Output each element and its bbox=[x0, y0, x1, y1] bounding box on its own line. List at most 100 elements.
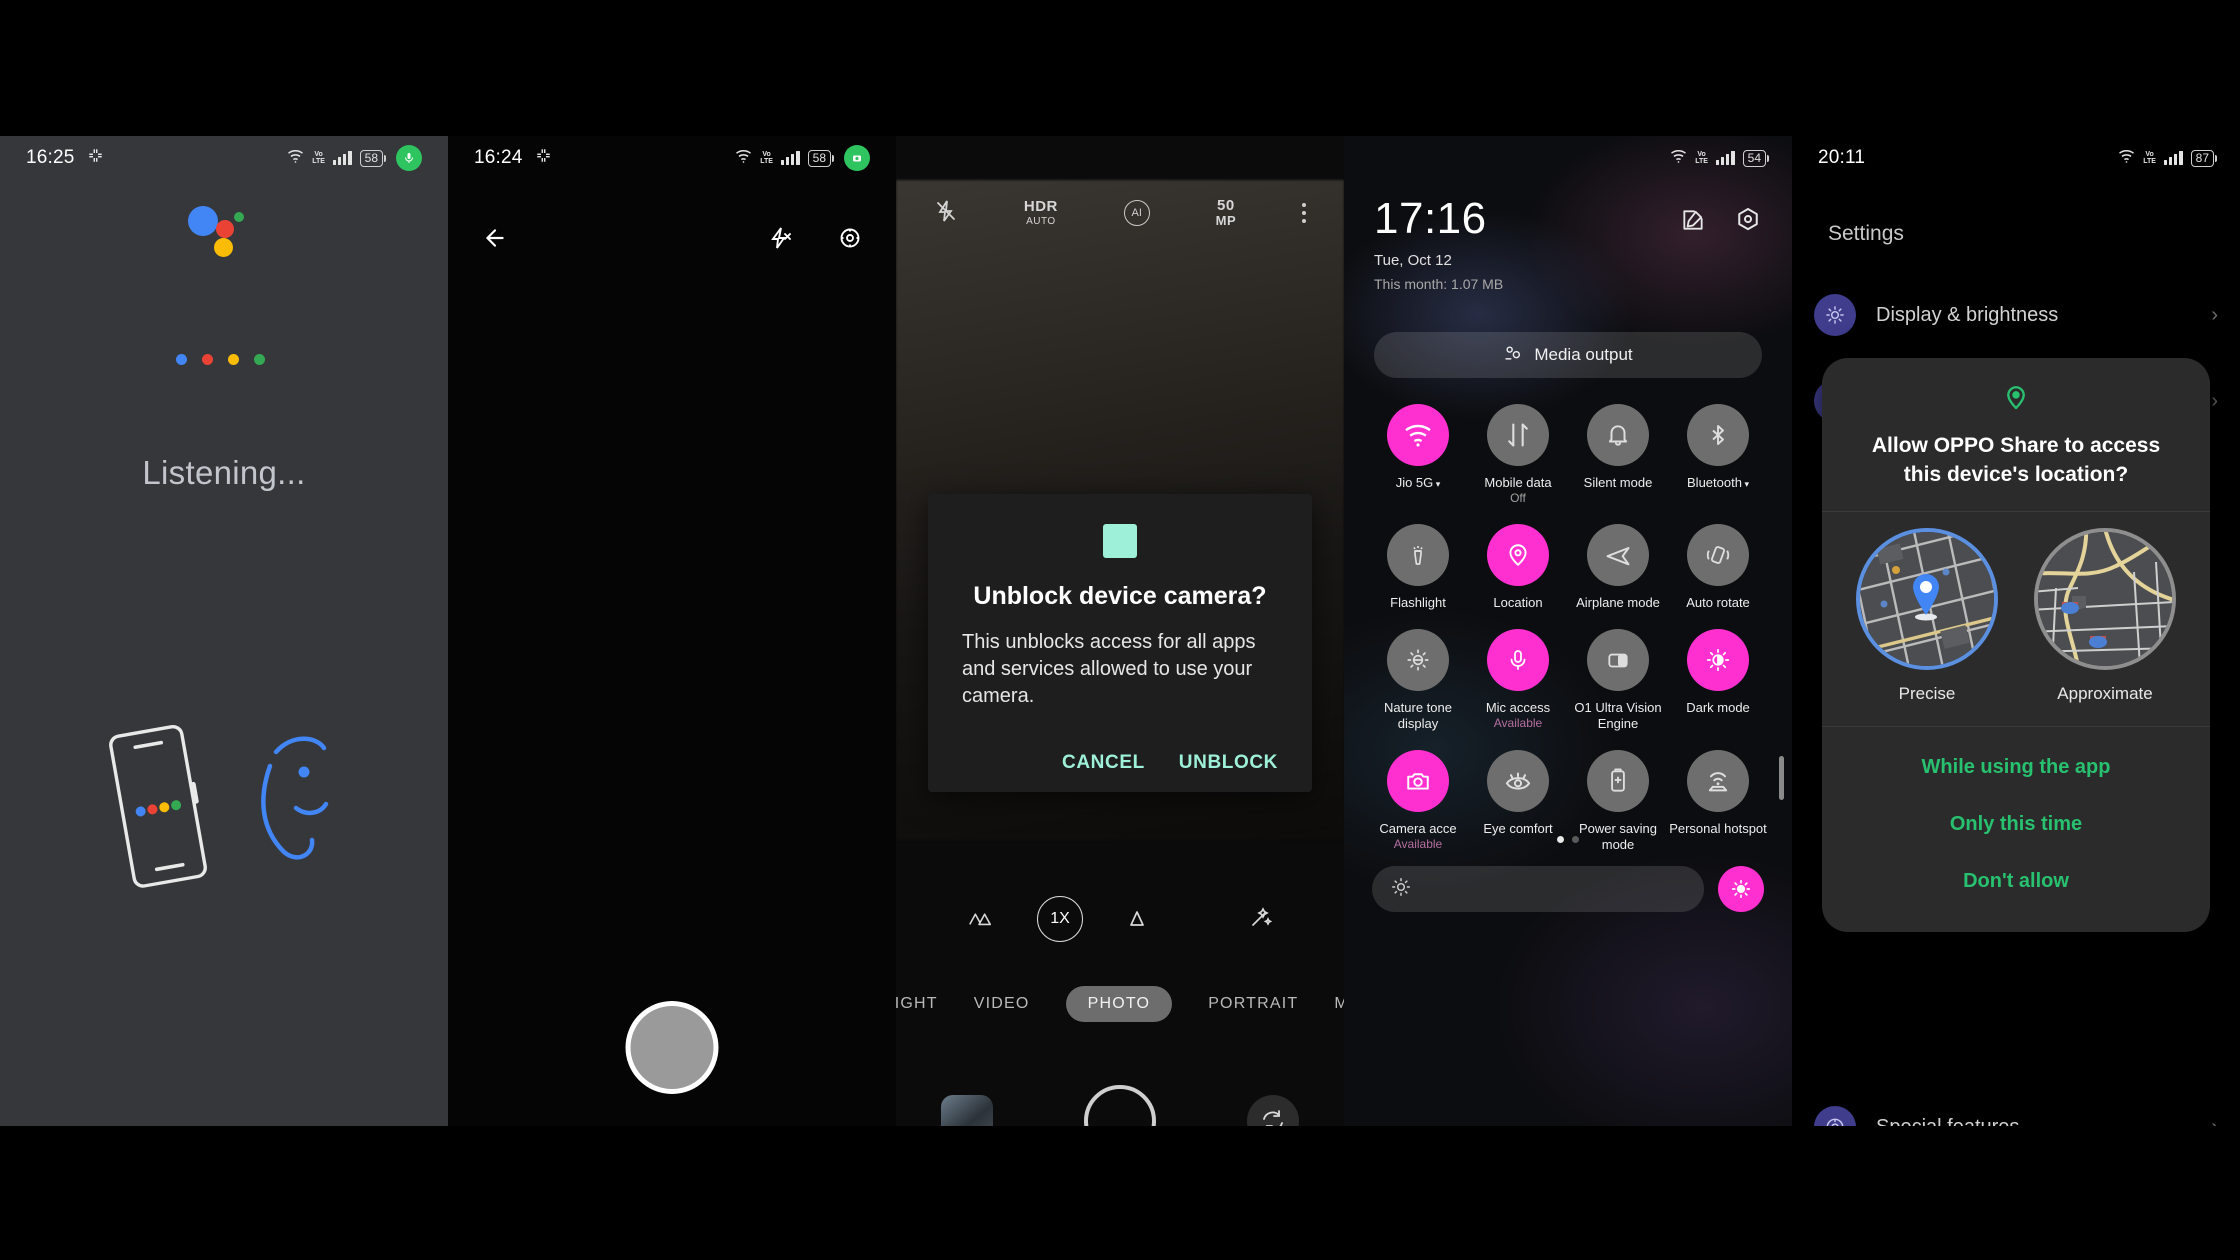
volte-icon: Vo LTE bbox=[312, 151, 325, 165]
status-bar-right: Vo LTE 58 bbox=[287, 145, 422, 171]
qs-tile-jio-5g[interactable]: Jio 5G ▾ bbox=[1368, 404, 1468, 506]
date-label: Tue, Oct 12 bbox=[1374, 252, 1452, 269]
bell-icon[interactable] bbox=[1587, 404, 1649, 466]
camera-icon[interactable] bbox=[1387, 750, 1449, 812]
megapixel-control[interactable]: 50 MP bbox=[1216, 198, 1237, 228]
more-options-icon[interactable] bbox=[1302, 203, 1306, 223]
mic-active-badge bbox=[396, 145, 422, 171]
unblock-camera-dialog: Unblock device camera? This unblocks acc… bbox=[928, 494, 1312, 792]
qs-tile-auto-rotate[interactable]: Auto rotate bbox=[1668, 524, 1768, 611]
only-this-time-button[interactable]: Only this time bbox=[1822, 796, 2210, 853]
status-bar: 16:24 Vo LTE 58 bbox=[448, 136, 896, 180]
chevron-right-icon: › bbox=[2211, 389, 2218, 412]
media-output-label: Media output bbox=[1534, 345, 1633, 364]
qs-tile-bluetooth[interactable]: Bluetooth ▾ bbox=[1668, 404, 1768, 506]
status-time: 16:25 bbox=[26, 147, 75, 168]
airplane-icon[interactable] bbox=[1587, 524, 1649, 586]
media-output-button[interactable]: Media output bbox=[1374, 332, 1762, 378]
brightness-auto-button[interactable] bbox=[1718, 866, 1764, 912]
wifi-icon bbox=[287, 149, 304, 168]
shutter-button[interactable] bbox=[1083, 1085, 1156, 1126]
screenshot-stage: 16:25 Vo LTE 58 Listening... 16:24 Vo LT… bbox=[0, 0, 2240, 1260]
dialog-title: Unblock device camera? bbox=[973, 582, 1267, 610]
while-using-the-app-button[interactable]: While using the app bbox=[1822, 739, 2210, 796]
flashlight-icon[interactable] bbox=[1387, 524, 1449, 586]
hdr-auto-control[interactable]: HDR AUTO bbox=[1024, 199, 1058, 227]
location-option-precise[interactable]: Precise bbox=[1856, 528, 1998, 704]
eye-icon[interactable] bbox=[1487, 750, 1549, 812]
volte-icon: Vo LTE bbox=[1695, 151, 1708, 165]
zoom-level-chip[interactable]: 1X bbox=[1037, 896, 1083, 942]
microphone-icon[interactable] bbox=[1487, 629, 1549, 691]
status-time: 16:24 bbox=[474, 147, 523, 168]
gallery-thumbnail[interactable] bbox=[941, 1095, 994, 1126]
magic-wand-icon[interactable] bbox=[1249, 905, 1273, 934]
face-illustration-icon bbox=[261, 736, 329, 860]
camera-mode-selector: NIGHT VIDEO PHOTO PORTRAIT MO bbox=[896, 981, 1344, 1027]
settings-gear-icon[interactable] bbox=[1734, 206, 1762, 239]
app-glyph-icon bbox=[536, 148, 551, 168]
zoom-controls: 1X bbox=[896, 896, 1344, 942]
camera-mode-video[interactable]: VIDEO bbox=[974, 995, 1030, 1013]
page-indicator bbox=[1344, 836, 1792, 843]
bluetooth-icon[interactable] bbox=[1687, 404, 1749, 466]
qs-tile-label: O1 Ultra Vision Engine bbox=[1574, 700, 1662, 731]
camera-simple-toolbar bbox=[448, 210, 896, 270]
camera-settings-icon[interactable] bbox=[838, 226, 862, 255]
settings-row-special-features[interactable]: Special features › bbox=[1792, 1084, 2240, 1126]
contrast-icon[interactable] bbox=[1687, 629, 1749, 691]
qs-tile-label: Auto rotate bbox=[1686, 595, 1750, 610]
shutter-button[interactable] bbox=[625, 1001, 719, 1094]
quick-settings-scrollbar[interactable] bbox=[1779, 756, 1784, 800]
edit-icon[interactable] bbox=[1680, 207, 1706, 238]
wide-angle-icon[interactable] bbox=[967, 906, 993, 933]
location-option-approximate[interactable]: Approximate bbox=[2034, 528, 2176, 704]
wifi-icon bbox=[1670, 149, 1687, 168]
camera-mode-photo[interactable]: PHOTO bbox=[1065, 986, 1173, 1022]
flip-camera-button[interactable] bbox=[1246, 1095, 1299, 1126]
camera-mode-night[interactable]: NIGHT bbox=[896, 995, 938, 1013]
vision-engine-icon[interactable] bbox=[1587, 629, 1649, 691]
location-pin-icon[interactable] bbox=[1487, 524, 1549, 586]
qs-tile-mobile-data[interactable]: Mobile data Off bbox=[1468, 404, 1568, 506]
tele-angle-icon[interactable] bbox=[1127, 906, 1147, 933]
cancel-button[interactable]: CANCEL bbox=[1062, 752, 1145, 774]
signal-icon bbox=[780, 151, 800, 165]
unblock-button[interactable]: UNBLOCK bbox=[1179, 752, 1278, 774]
settings-row-display-brightness[interactable]: Display & brightness › bbox=[1792, 272, 2240, 358]
back-arrow-icon[interactable] bbox=[482, 225, 508, 256]
flash-off-icon[interactable] bbox=[768, 226, 792, 255]
sun-tone-icon[interactable] bbox=[1387, 629, 1449, 691]
settings-row-label: Special features bbox=[1876, 1116, 2191, 1127]
wifi-icon[interactable] bbox=[1387, 404, 1449, 466]
ai-toggle-icon[interactable]: AI bbox=[1123, 200, 1150, 226]
data-transfer-icon[interactable] bbox=[1487, 404, 1549, 466]
battery-indicator: 58 bbox=[807, 149, 835, 167]
qs-tile-location[interactable]: Location bbox=[1468, 524, 1568, 611]
hotspot-icon[interactable] bbox=[1687, 750, 1749, 812]
status-bar-right: Vo LTE 58 bbox=[735, 145, 870, 171]
qs-tile-sub: Available bbox=[1493, 716, 1543, 730]
qs-tile-flashlight[interactable]: Flashlight bbox=[1368, 524, 1468, 611]
rotate-icon[interactable] bbox=[1687, 524, 1749, 586]
status-bar-right: Vo LTE 54 bbox=[1670, 149, 1770, 168]
qs-tile-o1-ultra-vision-engine[interactable]: O1 Ultra Vision Engine bbox=[1568, 629, 1668, 732]
page-title: Settings bbox=[1828, 222, 1904, 245]
brightness-slider[interactable] bbox=[1372, 866, 1704, 912]
approximate-map-thumbnail[interactable] bbox=[2034, 528, 2176, 670]
camera-active-badge bbox=[844, 145, 870, 171]
qs-tile-mic-access[interactable]: Mic access Available bbox=[1468, 629, 1568, 732]
location-option-label: Precise bbox=[1898, 684, 1956, 703]
qs-tile-nature-tone-display[interactable]: Nature tone display bbox=[1368, 629, 1468, 732]
qs-tile-airplane-mode[interactable]: Airplane mode bbox=[1568, 524, 1668, 611]
status-bar-left: 16:25 bbox=[26, 147, 103, 169]
battery-plus-icon[interactable] bbox=[1587, 750, 1649, 812]
camera-mode-portrait[interactable]: PORTRAIT bbox=[1208, 995, 1298, 1013]
camera-mode-more[interactable]: MO bbox=[1334, 995, 1344, 1013]
qs-tile-dark-mode[interactable]: Dark mode bbox=[1668, 629, 1768, 732]
precise-map-thumbnail[interactable] bbox=[1856, 528, 1998, 670]
flash-off-icon[interactable] bbox=[934, 199, 958, 228]
quick-settings-tiles: Jio 5G ▾ Mobile data Off Silent mode Blu… bbox=[1368, 404, 1768, 853]
qs-tile-silent-mode[interactable]: Silent mode bbox=[1568, 404, 1668, 506]
dont-allow-button[interactable]: Don't allow bbox=[1822, 853, 2210, 910]
